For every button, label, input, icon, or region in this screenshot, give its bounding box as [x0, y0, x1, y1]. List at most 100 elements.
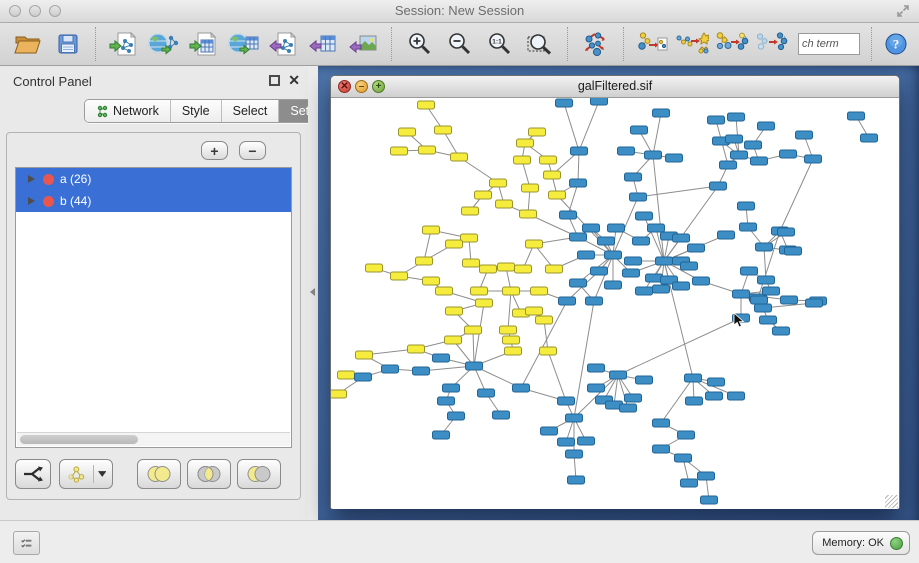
graph-node[interactable] [656, 257, 673, 265]
difference-button[interactable] [237, 459, 281, 489]
graph-node[interactable] [451, 153, 468, 161]
graph-node[interactable] [726, 135, 743, 143]
graph-node[interactable] [541, 427, 558, 435]
graph-node[interactable] [416, 257, 433, 265]
network-from-selection-button[interactable] [635, 26, 669, 62]
graph-node[interactable] [623, 269, 640, 277]
graph-node[interactable] [529, 128, 546, 136]
graph-node[interactable] [625, 394, 642, 402]
graph-node[interactable] [496, 200, 513, 208]
fullscreen-arrows-icon[interactable] [895, 3, 911, 19]
graph-node[interactable] [566, 414, 583, 422]
graph-node[interactable] [503, 287, 520, 295]
union-button[interactable] [137, 459, 181, 489]
search-input[interactable] [798, 33, 860, 55]
graph-node[interactable] [522, 184, 539, 192]
graph-node[interactable] [806, 299, 823, 307]
graph-node[interactable] [741, 267, 758, 275]
graph-node[interactable] [666, 154, 683, 162]
graph-node[interactable] [446, 307, 463, 315]
graph-node[interactable] [463, 259, 480, 267]
graph-node[interactable] [728, 392, 745, 400]
intersection-button[interactable] [187, 459, 231, 489]
disclosure-triangle-icon[interactable] [28, 175, 35, 183]
float-window-icon[interactable] [269, 75, 280, 86]
graph-node[interactable] [773, 327, 790, 335]
graph-node[interactable] [796, 131, 813, 139]
graph-node[interactable] [731, 151, 748, 159]
graph-node[interactable] [698, 472, 715, 480]
graph-node[interactable] [462, 207, 479, 215]
graph-node[interactable] [756, 243, 773, 251]
graph-node[interactable] [653, 445, 670, 453]
graph-node[interactable] [419, 146, 436, 154]
graph-node[interactable] [633, 237, 650, 245]
graph-node[interactable] [435, 126, 452, 134]
graph-node[interactable] [620, 404, 637, 412]
graph-node[interactable] [448, 412, 465, 420]
graph-node[interactable] [465, 326, 482, 334]
graph-node[interactable] [758, 122, 775, 130]
graph-node[interactable] [675, 454, 692, 462]
export-table-button[interactable] [307, 26, 341, 62]
zoom-in-button[interactable] [403, 26, 437, 62]
graph-node[interactable] [631, 126, 648, 134]
graph-node[interactable] [751, 296, 768, 304]
import-network-file-button[interactable] [107, 26, 141, 62]
graph-node[interactable] [583, 224, 600, 232]
graph-node[interactable] [546, 265, 563, 273]
tab-select[interactable]: Select [222, 100, 280, 122]
graph-node[interactable] [636, 212, 653, 220]
graph-node[interactable] [568, 476, 585, 484]
graph-node[interactable] [526, 240, 543, 248]
graph-node[interactable] [745, 141, 762, 149]
remove-set-button[interactable]: − [239, 141, 266, 160]
graph-node[interactable] [355, 373, 372, 381]
graph-node[interactable] [500, 326, 517, 334]
network-merge-button[interactable] [715, 26, 749, 62]
graph-node[interactable] [588, 384, 605, 392]
graph-node[interactable] [445, 336, 462, 344]
graph-node[interactable] [760, 316, 777, 324]
window-titlebar[interactable]: Session: New Session [0, 0, 919, 23]
graph-node[interactable] [436, 287, 453, 295]
apply-layout-button[interactable] [579, 26, 613, 62]
graph-node[interactable] [526, 307, 543, 315]
memory-status-button[interactable]: Memory: OK [812, 531, 910, 555]
graph-node[interactable] [763, 287, 780, 295]
graph-node[interactable] [673, 234, 690, 242]
graph-node[interactable] [338, 371, 355, 379]
graph-node[interactable] [758, 276, 775, 284]
graph-node[interactable] [571, 147, 588, 155]
graph-node[interactable] [558, 397, 575, 405]
graph-node[interactable] [570, 179, 587, 187]
graph-node[interactable] [517, 139, 534, 147]
help-button[interactable]: ? [883, 26, 909, 62]
graph-node[interactable] [490, 179, 507, 187]
import-network-web-button[interactable] [147, 26, 181, 62]
graph-node[interactable] [408, 345, 425, 353]
graph-node[interactable] [570, 279, 587, 287]
resize-grip[interactable] [885, 495, 898, 508]
export-image-button[interactable] [347, 26, 381, 62]
network-graph[interactable] [331, 98, 899, 509]
network-view[interactable] [331, 98, 899, 509]
graph-node[interactable] [728, 113, 745, 121]
graph-node[interactable] [653, 109, 670, 117]
graph-node[interactable] [540, 347, 557, 355]
graph-node[interactable] [515, 265, 532, 273]
graph-node[interactable] [618, 147, 635, 155]
graph-node[interactable] [685, 374, 702, 382]
graph-node[interactable] [578, 251, 595, 259]
graph-node[interactable] [686, 397, 703, 405]
add-set-button[interactable]: + [201, 141, 228, 160]
graph-node[interactable] [720, 161, 737, 169]
graph-node[interactable] [646, 274, 663, 282]
graph-node[interactable] [706, 392, 723, 400]
graph-node[interactable] [536, 316, 553, 324]
network-frame-titlebar[interactable]: ✕ – + galFiltered.sif [331, 76, 899, 98]
split-set-button[interactable] [15, 459, 51, 489]
graph-node[interactable] [423, 226, 440, 234]
graph-node[interactable] [636, 376, 653, 384]
graph-node[interactable] [688, 244, 705, 252]
